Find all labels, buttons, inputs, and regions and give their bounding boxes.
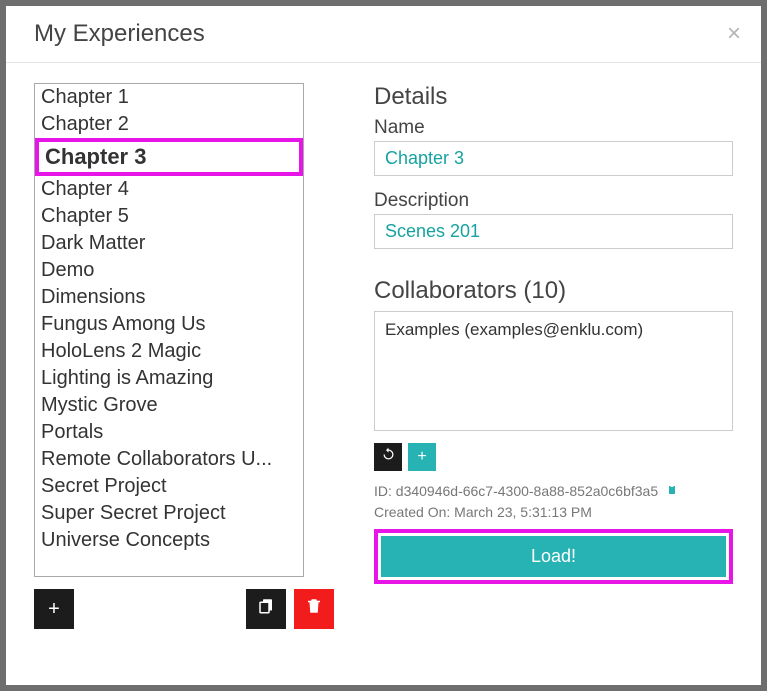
collaborator-actions: + xyxy=(374,443,733,471)
refresh-icon xyxy=(381,447,396,467)
collaborators-heading: Collaborators (10) xyxy=(374,277,733,305)
modal-title: My Experiences xyxy=(34,20,205,48)
list-item[interactable]: Super Secret Project xyxy=(35,500,303,527)
name-label: Name xyxy=(374,117,733,139)
description-input[interactable] xyxy=(374,214,733,249)
refresh-collaborators-button[interactable] xyxy=(374,443,402,471)
trash-icon xyxy=(305,597,323,621)
list-item[interactable]: Remote Collaborators U... xyxy=(35,446,303,473)
delete-experience-button[interactable] xyxy=(294,589,334,629)
list-item[interactable]: Chapter 4 xyxy=(35,176,303,203)
list-item[interactable]: Chapter 5 xyxy=(35,203,303,230)
plus-icon: + xyxy=(48,598,60,621)
list-item[interactable]: Chapter 3 xyxy=(35,138,303,176)
my-experiences-modal: My Experiences × Chapter 1Chapter 2Chapt… xyxy=(6,6,761,685)
modal-body: Chapter 1Chapter 2Chapter 3Chapter 4Chap… xyxy=(6,63,761,685)
name-field: Name xyxy=(374,117,733,176)
right-column: Details Name Description Collaborators (… xyxy=(374,83,733,665)
created-value: March 23, 5:31:13 PM xyxy=(454,504,592,520)
list-item[interactable]: Fungus Among Us xyxy=(35,311,303,338)
list-item[interactable]: Dimensions xyxy=(35,284,303,311)
load-button[interactable]: Load! xyxy=(381,536,726,577)
collaborator-entry[interactable]: Examples (examples@enklu.com) xyxy=(385,320,722,340)
load-highlight: Load! xyxy=(374,529,733,584)
add-experience-button[interactable]: + xyxy=(34,589,74,629)
list-item[interactable]: Chapter 2 xyxy=(35,111,303,138)
list-actions: + xyxy=(34,589,334,629)
list-item[interactable]: Dark Matter xyxy=(35,230,303,257)
left-column: Chapter 1Chapter 2Chapter 3Chapter 4Chap… xyxy=(34,83,334,665)
id-value: d340946d-66c7-4300-8a88-852a0c6bf3a5 xyxy=(396,483,658,499)
list-item[interactable]: Portals xyxy=(35,419,303,446)
list-item[interactable]: Chapter 1 xyxy=(35,84,303,111)
list-item[interactable]: Lighting is Amazing xyxy=(35,365,303,392)
collaborators-list[interactable]: Examples (examples@enklu.com) xyxy=(374,311,733,431)
id-label: ID: xyxy=(374,483,392,499)
duplicate-experience-button[interactable] xyxy=(246,589,286,629)
plus-icon: + xyxy=(417,448,426,466)
list-item[interactable]: Secret Project xyxy=(35,473,303,500)
details-heading: Details xyxy=(374,83,733,111)
add-collaborator-button[interactable]: + xyxy=(408,443,436,471)
metadata: ID: d340946d-66c7-4300-8a88-852a0c6bf3a5… xyxy=(374,481,733,523)
name-input[interactable] xyxy=(374,141,733,176)
list-item[interactable]: Mystic Grove xyxy=(35,392,303,419)
description-field: Description xyxy=(374,190,733,249)
modal-header: My Experiences × xyxy=(6,6,761,63)
created-label: Created On: xyxy=(374,504,450,520)
description-label: Description xyxy=(374,190,733,212)
list-item[interactable]: HoloLens 2 Magic xyxy=(35,338,303,365)
list-item[interactable]: Demo xyxy=(35,257,303,284)
close-icon[interactable]: × xyxy=(727,22,741,46)
clipboard-icon[interactable] xyxy=(666,483,678,499)
list-item[interactable]: Universe Concepts xyxy=(35,527,303,554)
duplicate-icon xyxy=(257,597,275,621)
experience-list[interactable]: Chapter 1Chapter 2Chapter 3Chapter 4Chap… xyxy=(34,83,304,577)
